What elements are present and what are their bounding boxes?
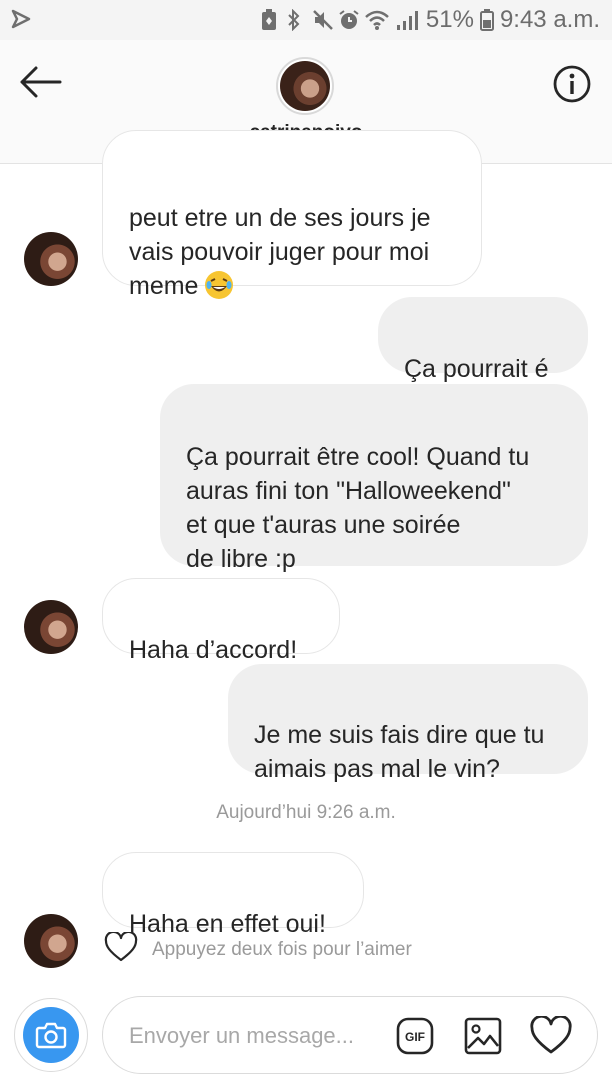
gif-icon[interactable]: GIF	[395, 1016, 435, 1056]
status-bar: 51% 9:43 a.m.	[0, 0, 612, 40]
sender-avatar[interactable]	[24, 600, 78, 654]
info-icon[interactable]	[552, 64, 592, 104]
message-text: Ça pourrait é	[404, 355, 549, 383]
notification-icon	[10, 8, 32, 36]
camera-icon	[23, 1007, 79, 1063]
message-bubble-incoming[interactable]: Haha d’accord!	[102, 578, 340, 664]
message-bubble-outgoing[interactable]: Ça pourrait être cool! Quand tu auras fi…	[160, 384, 588, 573]
conversation-timestamp: Aujourd’hui 9:26 a.m.	[216, 802, 396, 823]
heart-outline-icon[interactable]	[104, 930, 138, 968]
signal-icon	[396, 9, 420, 31]
message-text: Ça pourrait être cool! Quand tu auras fi…	[186, 443, 530, 573]
battery-percent: 51%	[425, 6, 474, 33]
gif-label: GIF	[405, 1030, 425, 1044]
camera-button[interactable]	[14, 998, 88, 1072]
message-input[interactable]	[127, 1015, 371, 1057]
image-icon[interactable]	[463, 1016, 503, 1056]
alarm-icon	[338, 9, 359, 31]
message-composer: GIF	[102, 996, 598, 1074]
message-bubble-incoming[interactable]: peut etre un de ses jours je vais pouvoi…	[102, 130, 482, 300]
message-text: Je me suis fais dire que tu aimais pas m…	[254, 721, 545, 783]
laughing-tears-emoji	[204, 270, 234, 300]
message-bubble-outgoing[interactable]: Ça pourrait é	[378, 297, 588, 383]
header-avatar[interactable]	[276, 57, 334, 115]
sender-avatar[interactable]	[24, 232, 78, 286]
message-bubble-incoming[interactable]: Haha en effet oui!	[102, 852, 364, 938]
like-hint: Appuyez deux fois pour l’aimer	[104, 930, 412, 968]
mute-icon	[312, 9, 333, 31]
message-text: Haha d’accord!	[129, 636, 298, 664]
battery-saver-icon	[260, 9, 280, 31]
message-text: peut etre un de ses jours je vais pouvoi…	[129, 204, 431, 300]
bluetooth-icon	[286, 8, 306, 32]
heart-icon[interactable]	[529, 1014, 573, 1056]
like-hint-text: Appuyez deux fois pour l’aimer	[152, 939, 412, 960]
clock: 9:43 a.m.	[499, 6, 600, 33]
battery-icon	[479, 9, 494, 31]
sender-avatar[interactable]	[24, 914, 78, 968]
back-arrow-icon[interactable]	[16, 60, 64, 104]
wifi-icon	[364, 9, 390, 31]
message-bubble-outgoing[interactable]: Je me suis fais dire que tu aimais pas m…	[228, 664, 588, 783]
chat-screen: 51% 9:43 a.m. catrinanoivo peut etre	[0, 0, 612, 1088]
